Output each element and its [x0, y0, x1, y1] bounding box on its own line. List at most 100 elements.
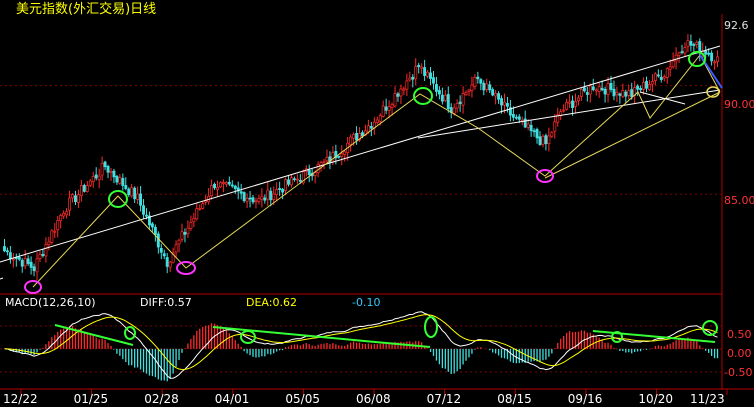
candle-body	[266, 189, 270, 200]
candle-body	[298, 179, 302, 182]
candle-body	[440, 94, 444, 102]
candle-body	[500, 98, 503, 106]
candle-body	[396, 93, 400, 97]
candle-body	[565, 102, 569, 110]
candle-body	[68, 197, 72, 211]
candle-body	[393, 93, 397, 107]
macd-value-label: -0.10	[352, 296, 380, 309]
candle-body	[494, 92, 498, 97]
candle-body	[689, 41, 693, 46]
candle-body	[375, 119, 379, 123]
candle-body	[591, 86, 595, 90]
candle-body	[183, 232, 187, 235]
candle-body	[275, 189, 279, 195]
candle-body	[82, 185, 86, 192]
candle-body	[109, 171, 113, 173]
date-label: 06/08	[356, 392, 391, 406]
candle-body	[76, 194, 80, 203]
candle-body	[656, 74, 660, 77]
candle-body	[133, 187, 137, 200]
candle-body	[3, 246, 6, 252]
candle-body	[162, 253, 166, 257]
candle-body	[479, 79, 483, 84]
candle-body	[233, 185, 237, 189]
candle-body	[390, 104, 394, 108]
candle-body	[470, 84, 474, 92]
candle-body	[636, 85, 640, 90]
candle-body	[378, 115, 382, 122]
candle-body	[497, 93, 501, 100]
candle-body	[547, 135, 551, 145]
candle-body	[121, 178, 125, 186]
macd-tick-000: 0.00	[727, 347, 752, 360]
macd-tick-neg050: -0.50	[724, 366, 752, 379]
candle-body	[434, 84, 438, 92]
candle-body	[381, 105, 385, 117]
candle-body	[420, 66, 424, 69]
candle-body	[553, 121, 557, 132]
candle-body	[239, 191, 243, 194]
candle-body	[11, 258, 15, 261]
candle-body	[56, 220, 60, 231]
candle-body	[257, 198, 261, 202]
candle-body	[443, 94, 447, 101]
candle-body	[630, 89, 634, 98]
candle-body	[269, 190, 273, 201]
candle-body	[387, 105, 391, 111]
candle-body	[417, 64, 421, 68]
candle-body	[219, 182, 222, 188]
candle-body	[517, 116, 521, 120]
candle-body	[503, 101, 506, 106]
candle-body	[94, 174, 98, 179]
candle-body	[423, 67, 427, 76]
candle-body	[402, 88, 406, 91]
candle	[50, 229, 54, 245]
candle-body	[29, 261, 33, 268]
candle-body	[71, 194, 74, 199]
candle-body	[491, 89, 495, 96]
candle-body	[485, 83, 489, 90]
candle-body	[695, 42, 699, 45]
candle-body	[668, 66, 672, 70]
candle-body	[650, 81, 654, 85]
candle-body	[5, 250, 9, 253]
candle-body	[195, 208, 199, 220]
macd-dea-label: DEA:0.62	[246, 296, 297, 309]
candle-body	[26, 258, 30, 264]
candle-body	[414, 66, 418, 80]
candle-body	[671, 60, 675, 68]
candle-body	[180, 231, 184, 240]
candle-body	[582, 87, 586, 92]
candle-body	[716, 56, 719, 62]
candle-body	[609, 83, 613, 90]
candle-body	[153, 226, 157, 235]
candle-body	[35, 258, 39, 273]
candle-body	[594, 89, 598, 92]
candle-body	[366, 125, 370, 133]
candle-body	[177, 239, 181, 245]
candle-body	[145, 214, 148, 217]
candle-body	[204, 200, 208, 203]
candle-body	[411, 76, 415, 80]
candle-body	[189, 222, 193, 229]
candle-body	[85, 185, 89, 192]
date-label: 01/25	[74, 392, 109, 406]
candle-body	[245, 197, 249, 202]
candle-body	[79, 185, 83, 196]
candle-body	[645, 80, 648, 89]
candle-body	[541, 135, 545, 145]
candle-body	[544, 135, 548, 145]
candle-body	[186, 227, 190, 235]
candle-body	[562, 109, 566, 112]
candle-body	[263, 197, 267, 201]
date-label: 10/20	[638, 392, 673, 406]
candle-body	[349, 136, 353, 145]
forex-chart-window: 美元指数(外汇交易)日线 92.6 90.00 85.00 MACD(12,26…	[0, 0, 754, 407]
candle-body	[659, 76, 663, 80]
candle-body	[307, 169, 311, 176]
price-tick-top: 92.6	[724, 19, 749, 32]
candle-body	[713, 61, 717, 64]
candle-body	[455, 103, 459, 109]
candle-body	[648, 84, 651, 91]
candle-body	[62, 212, 66, 217]
